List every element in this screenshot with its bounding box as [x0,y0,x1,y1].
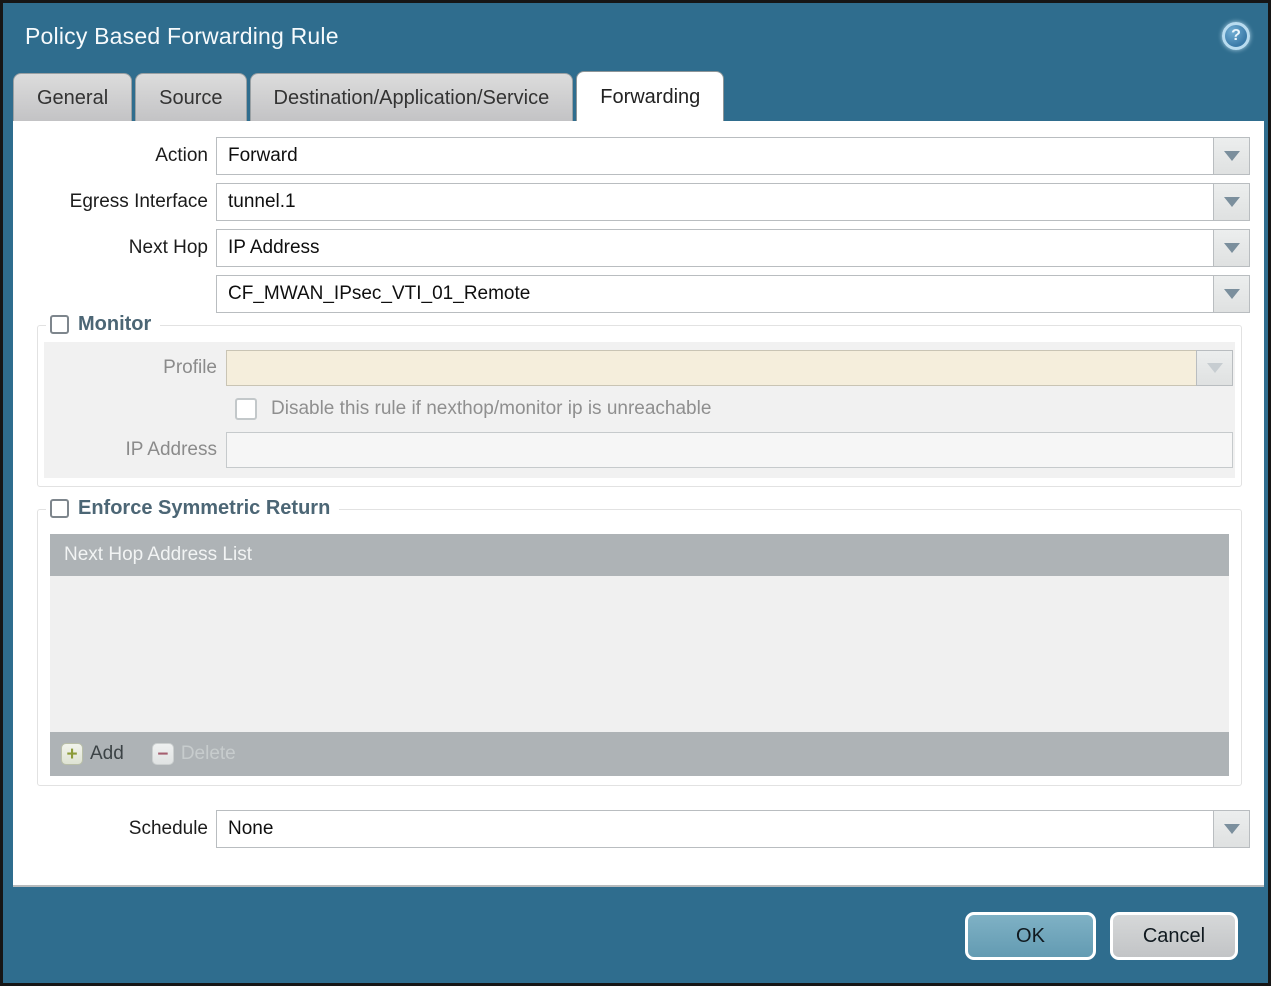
chevron-down-icon [1223,243,1240,253]
dialog-actions: OK Cancel [965,912,1238,960]
monitor-ip-address-input [226,432,1233,468]
next-hop-type-value[interactable]: IP Address [216,229,1214,267]
tab-forwarding[interactable]: Forwarding [576,71,725,121]
delete-button[interactable]: − Delete [151,743,236,765]
title-bar: Policy Based Forwarding Rule ? [3,3,1268,69]
tab-general[interactable]: General [13,73,133,121]
profile-row: Profile [44,350,1233,386]
action-row: Action Forward [13,137,1250,175]
next-hop-address-dropdown-button[interactable] [1213,275,1250,313]
tab-strip: General Source Destination/Application/S… [13,71,725,121]
chevron-down-icon [1223,151,1240,161]
chevron-down-icon [1223,197,1240,207]
help-icon[interactable]: ? [1222,22,1250,50]
next-hop-address-list-toolbar: + Add − Delete [50,732,1229,776]
action-dropdown-button[interactable] [1213,137,1250,175]
next-hop-type-dropdown[interactable]: IP Address [216,229,1250,267]
policy-based-forwarding-rule-dialog: Policy Based Forwarding Rule ? General S… [0,0,1271,986]
enforce-symmetric-return-checkbox[interactable] [50,499,69,518]
disable-rule-label: Disable this rule if nexthop/monitor ip … [271,398,712,419]
next-hop-label: Next Hop [128,237,208,258]
enforce-symmetric-return-legend-text: Enforce Symmetric Return [78,497,331,519]
delete-icon: − [151,743,174,765]
next-hop-address-row: CF_MWAN_IPsec_VTI_01_Remote [13,275,1250,313]
egress-interface-dropdown-button[interactable] [1213,183,1250,221]
add-button[interactable]: + Add [61,743,124,765]
profile-value [226,350,1197,386]
profile-dropdown [226,350,1233,386]
egress-interface-label: Egress Interface [69,191,208,212]
egress-interface-dropdown[interactable]: tunnel.1 [216,183,1250,221]
profile-dropdown-button [1196,350,1233,386]
cancel-button[interactable]: Cancel [1110,912,1238,960]
monitor-panel: Profile Disable this rule if nexthop/mon… [44,342,1235,478]
schedule-value[interactable]: None [216,810,1214,848]
disable-rule-checkbox[interactable] [235,398,257,420]
next-hop-address-list-body[interactable] [50,576,1229,732]
next-hop-address-spacer [13,275,216,313]
next-hop-address-dropdown[interactable]: CF_MWAN_IPsec_VTI_01_Remote [216,275,1250,313]
add-icon: + [61,743,83,765]
chevron-down-icon [1223,289,1240,299]
profile-label: Profile [163,357,217,378]
enforce-symmetric-return-legend: Enforce Symmetric Return [46,497,340,520]
next-hop-row: Next Hop IP Address [13,229,1250,267]
enforce-symmetric-return-fieldset: Enforce Symmetric Return Next Hop Addres… [37,497,1242,786]
action-label: Action [155,145,208,166]
next-hop-address-value[interactable]: CF_MWAN_IPsec_VTI_01_Remote [216,275,1214,313]
next-hop-address-list-table: Next Hop Address List + Add − Delete [50,534,1229,776]
next-hop-address-list-header: Next Hop Address List [50,534,1229,576]
chevron-down-icon [1223,824,1240,834]
monitor-fieldset: Monitor Profile Disable this rule if nex… [37,313,1242,487]
monitor-checkbox[interactable] [50,315,69,334]
dialog-title: Policy Based Forwarding Rule [25,22,339,49]
schedule-dropdown-button[interactable] [1213,810,1250,848]
tab-destination-application-service[interactable]: Destination/Application/Service [249,73,574,121]
action-value[interactable]: Forward [216,137,1214,175]
monitor-legend-text: Monitor [78,313,152,335]
schedule-dropdown[interactable]: None [216,810,1250,848]
add-button-label: Add [90,743,124,764]
egress-interface-value[interactable]: tunnel.1 [216,183,1214,221]
action-dropdown[interactable]: Forward [216,137,1250,175]
schedule-label: Schedule [128,818,208,839]
egress-interface-row: Egress Interface tunnel.1 [13,183,1250,221]
tab-source[interactable]: Source [135,73,247,121]
monitor-legend: Monitor [46,313,161,336]
ok-button[interactable]: OK [965,912,1096,960]
monitor-ip-address-row: IP Address [44,432,1233,468]
delete-button-label: Delete [180,743,236,764]
disable-rule-row: Disable this rule if nexthop/monitor ip … [235,398,1235,420]
chevron-down-icon [1206,363,1223,373]
schedule-row: Schedule None [13,810,1250,848]
next-hop-type-dropdown-button[interactable] [1213,229,1250,267]
monitor-ip-address-label: IP Address [125,439,217,460]
forwarding-tab-panel: Action Forward Egress Interface tunnel.1… [13,121,1264,887]
